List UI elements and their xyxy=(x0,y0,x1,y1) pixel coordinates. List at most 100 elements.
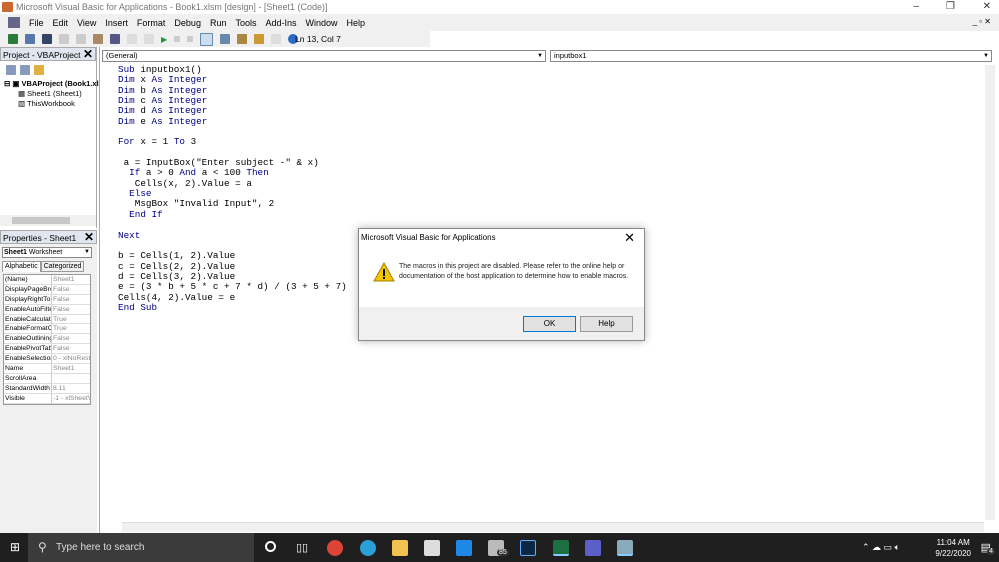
project-explorer-icon[interactable] xyxy=(220,34,231,44)
close-project-button[interactable]: ✕ xyxy=(83,48,93,61)
menu-view[interactable]: View xyxy=(77,18,96,28)
insert-module-icon[interactable] xyxy=(25,34,35,44)
menu-insert[interactable]: Insert xyxy=(105,18,128,28)
minimize-button[interactable]: – xyxy=(913,0,919,14)
property-value[interactable]: False xyxy=(52,305,90,314)
property-value[interactable]: True xyxy=(52,315,90,324)
redo-icon[interactable] xyxy=(144,34,154,44)
search-box[interactable]: ⚲ Type here to search xyxy=(28,533,254,562)
paste-icon[interactable] xyxy=(93,34,103,44)
project-tree: ⊟ ▣ VBAProject (Book1.xlsm) ▦ Sheet1 (Sh… xyxy=(0,79,112,109)
excel-icon[interactable] xyxy=(8,17,20,28)
view-object-icon[interactable] xyxy=(20,65,30,75)
restore-button[interactable]: ❐ xyxy=(946,0,955,14)
reset-icon[interactable] xyxy=(187,36,194,42)
property-value[interactable]: 8.11 xyxy=(52,384,90,393)
clock[interactable]: 11:04 AM 9/22/2020 xyxy=(935,537,971,559)
property-value[interactable]: Sheet1 xyxy=(52,364,90,373)
property-value[interactable]: Sheet1 xyxy=(52,275,90,284)
properties-window-icon[interactable] xyxy=(237,34,248,44)
cut-icon[interactable] xyxy=(59,34,69,44)
property-row[interactable]: StandardWidth 8.11 xyxy=(4,383,90,394)
property-value[interactable]: False xyxy=(52,285,90,294)
menu-run[interactable]: Run xyxy=(210,18,227,28)
tab-categorized[interactable]: Categorized xyxy=(40,261,85,272)
property-value[interactable]: -1 - xlSheetVisible xyxy=(52,394,90,403)
code-vscrollbar[interactable] xyxy=(985,65,995,520)
object-selector[interactable]: Sheet1 Worksheet ▼ xyxy=(2,247,92,258)
lync-icon[interactable] xyxy=(456,540,472,556)
mdi-controls[interactable]: _ ▫ ✕ xyxy=(973,17,991,26)
code-hscrollbar[interactable] xyxy=(122,522,984,532)
code-text: d = Cells(3, 2).Value xyxy=(118,270,236,282)
object-browser-icon[interactable] xyxy=(254,34,265,44)
toolbox-icon[interactable] xyxy=(271,34,282,44)
tab-alphabetic[interactable]: Alphabetic xyxy=(2,261,41,272)
ok-button[interactable]: OK xyxy=(523,316,576,332)
property-value[interactable]: False xyxy=(52,334,90,343)
start-button[interactable]: ⊞ xyxy=(10,541,20,553)
property-row[interactable]: Visible-1 - xlSheetVisible xyxy=(4,393,90,404)
help-button[interactable]: Help xyxy=(580,316,633,332)
menu-format[interactable]: Format xyxy=(137,18,166,28)
vba-taskbar-icon[interactable] xyxy=(617,540,633,556)
save-icon[interactable] xyxy=(42,34,52,44)
menu-edit[interactable]: Edit xyxy=(53,18,69,28)
property-row[interactable]: EnableAutoFilter False xyxy=(4,304,90,315)
code-keyword: As Integer xyxy=(151,74,208,86)
menu-add-ins[interactable]: Add-Ins xyxy=(265,18,296,28)
menu-help[interactable]: Help xyxy=(347,18,366,28)
property-row[interactable]: DisplayRightToLeftFalse xyxy=(4,294,90,305)
teams-icon[interactable] xyxy=(585,540,601,556)
menu-tools[interactable]: Tools xyxy=(235,18,256,28)
property-value[interactable]: False xyxy=(52,295,90,304)
menu-window[interactable]: Window xyxy=(306,18,338,28)
edge-icon[interactable] xyxy=(360,540,376,556)
property-value[interactable]: False xyxy=(52,344,90,353)
project-hscrollbar[interactable] xyxy=(0,215,96,226)
find-icon[interactable] xyxy=(110,34,120,44)
tree-label: ThisWorkbook xyxy=(27,99,75,108)
undo-icon[interactable] xyxy=(127,34,137,44)
lightroom-icon[interactable] xyxy=(520,540,536,556)
property-row[interactable]: EnableCalculationTrue xyxy=(4,314,90,325)
chrome-icon[interactable] xyxy=(327,540,343,556)
code-editor[interactable]: Sub inputbox1() Dim x As Integer Dim b As … xyxy=(118,64,347,313)
store-icon[interactable] xyxy=(424,540,440,556)
object-combo[interactable]: (General) ▼ xyxy=(102,50,546,62)
tree-node-sheet1[interactable]: ▦ Sheet1 (Sheet1) xyxy=(4,89,96,99)
file-explorer-icon[interactable] xyxy=(392,540,408,556)
task-view-icon[interactable]: ▯▯ xyxy=(296,541,308,554)
copy-icon[interactable] xyxy=(76,34,86,44)
property-row[interactable]: EnableOutlining False xyxy=(4,334,90,345)
property-row[interactable]: Name Sheet1 xyxy=(4,364,90,374)
menu-file[interactable]: File xyxy=(29,18,44,28)
tree-node-thisworkbook[interactable]: ▧ ThisWorkbook xyxy=(4,99,96,109)
property-row[interactable]: DisplayPageBreaksFalse xyxy=(4,284,90,295)
property-value[interactable]: 0 - xlNoRestrictions xyxy=(52,354,90,363)
dialog-close-button[interactable]: ✕ xyxy=(624,230,635,246)
system-tray-icons[interactable]: ⌃ ☁ ▭ 🔈︎ xyxy=(862,542,900,553)
design-mode-icon[interactable] xyxy=(200,32,214,46)
cortana-icon[interactable] xyxy=(265,541,276,552)
property-value[interactable] xyxy=(52,374,90,383)
code-text: e xyxy=(140,115,152,127)
property-row[interactable]: ScrollArea xyxy=(4,373,90,384)
close-window-button[interactable]: ✕ xyxy=(983,0,991,14)
toggle-folders-icon[interactable] xyxy=(34,65,44,75)
view-excel-icon[interactable] xyxy=(8,34,18,44)
excel-taskbar-icon[interactable] xyxy=(553,540,569,556)
property-row[interactable]: EnableSelection0 - xlNoRestrictions xyxy=(4,354,90,365)
view-code-icon[interactable] xyxy=(6,65,16,75)
run-icon[interactable]: ▶ xyxy=(161,35,167,44)
scroll-thumb[interactable] xyxy=(12,217,70,224)
tree-node-vbaproject[interactable]: ⊟ ▣ VBAProject (Book1.xlsm) xyxy=(4,79,112,89)
procedure-combo[interactable]: inputbox1 ▼ xyxy=(550,50,992,62)
property-row[interactable]: EnablePivotTableFalse xyxy=(4,344,90,355)
property-row[interactable]: EnableFormatConditionsCalculationTrue xyxy=(4,324,90,335)
close-properties-button[interactable]: ✕ xyxy=(84,231,94,244)
menu-debug[interactable]: Debug xyxy=(174,18,201,28)
property-row[interactable]: (Name) Sheet1 xyxy=(4,275,90,285)
break-icon[interactable] xyxy=(174,36,181,42)
property-value[interactable]: True xyxy=(52,324,90,333)
